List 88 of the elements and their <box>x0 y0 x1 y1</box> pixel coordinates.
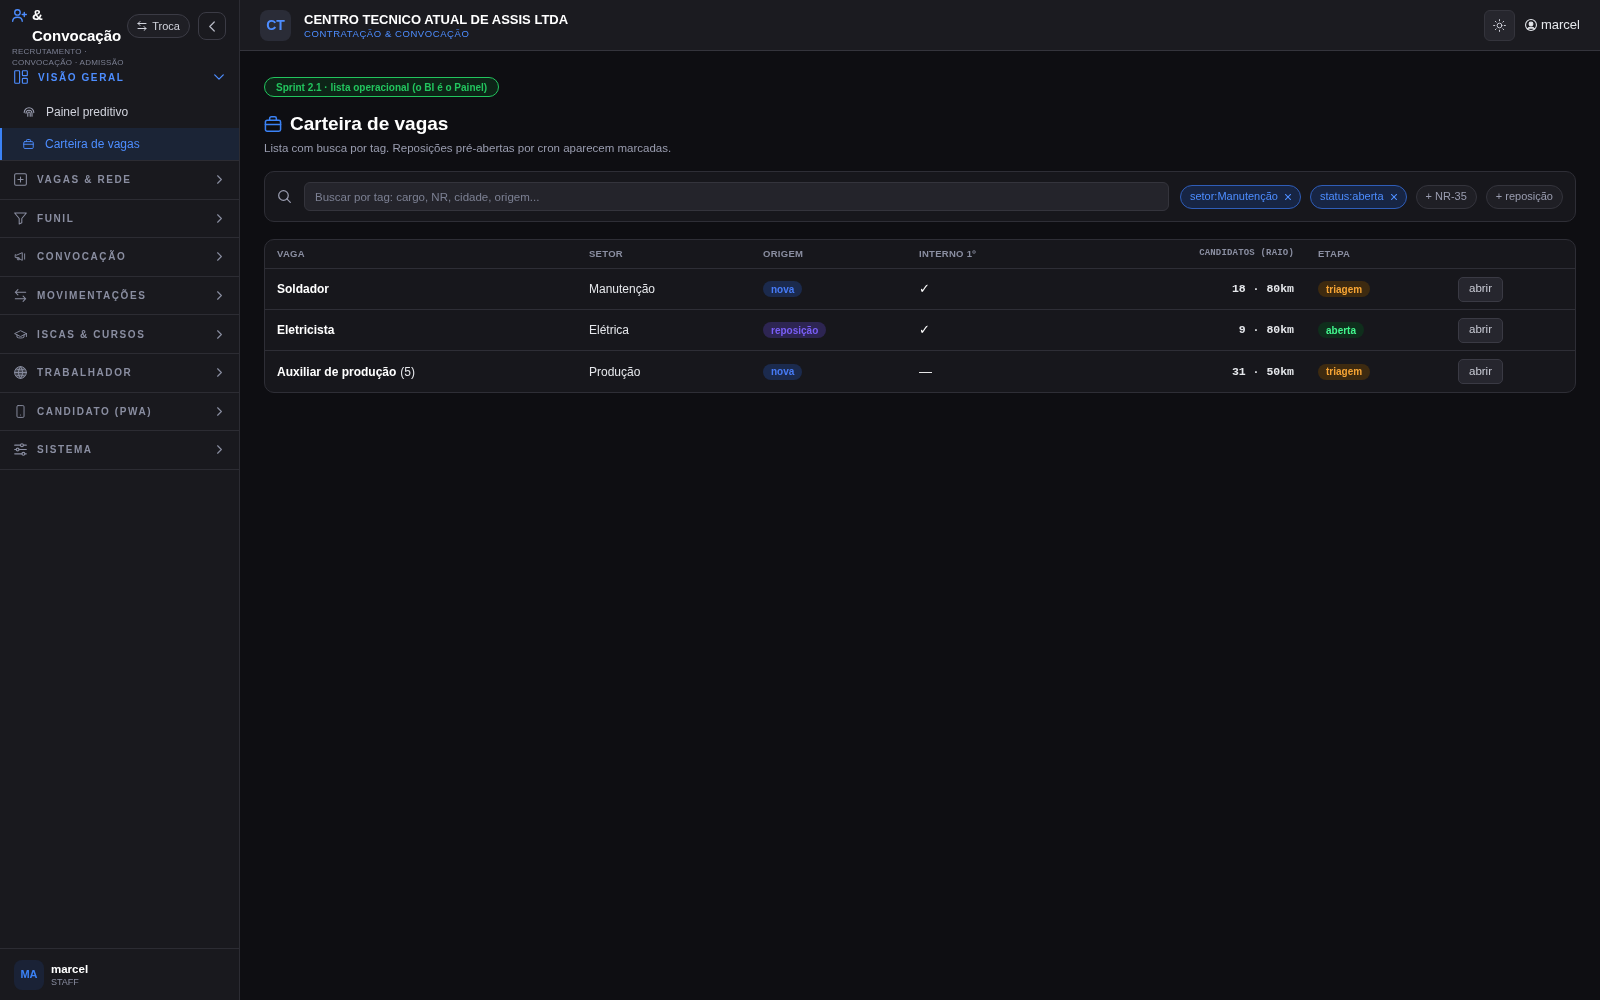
column-header: SETOR <box>588 246 623 261</box>
table-cell-text: Produção <box>589 363 641 381</box>
open-button[interactable]: abrir <box>1458 359 1503 384</box>
page-description: Lista com busca por tag. Reposições pré-abertas por cron aparecem marcadas. <box>264 141 672 155</box>
user-role: STAFF <box>51 975 80 988</box>
open-button[interactable]: abrir <box>1458 276 1503 302</box>
filter-tag[interactable]: + reposição <box>1485 184 1563 209</box>
internal-first-mark: ✓ <box>919 280 930 299</box>
layout-panels-icon <box>14 70 28 84</box>
plus-square-icon <box>14 173 27 187</box>
table-cell-text: Manutenção <box>589 281 656 298</box>
user-circle-icon <box>1525 19 1537 31</box>
sidebar-section[interactable]: CONVOCAÇÃO <box>0 238 239 276</box>
filter-tag[interactable]: + NR-35 <box>1415 184 1477 209</box>
chevron-down-icon <box>214 74 224 80</box>
sidebar-section[interactable]: VAGAS & REDE <box>0 161 239 199</box>
sun-icon <box>1493 18 1506 32</box>
chevron-right-icon <box>217 368 222 378</box>
job-title: Eletricista <box>277 322 335 339</box>
chevron-right-icon <box>217 291 222 301</box>
column-header: VAGA <box>276 246 305 261</box>
column-header: ETAPA <box>1317 246 1351 261</box>
collapse-button[interactable] <box>198 12 226 40</box>
filter-tag[interactable]: status:aberta <box>1309 184 1407 209</box>
app-title: & Convocação <box>32 5 123 46</box>
chevron-right-icon <box>217 213 222 223</box>
arrows-left-right-icon <box>14 289 27 303</box>
company-name: CENTRO TECNICO ATUAL DE ASSIS LTDA <box>304 10 569 28</box>
job-title: Auxiliar de produção <box>277 363 397 381</box>
funnel-icon <box>14 211 27 225</box>
sidebar-item[interactable]: Carteira de vagas <box>0 128 239 160</box>
theme-toggle-button[interactable] <box>1484 9 1515 41</box>
page-title: Carteira de vagas <box>290 111 449 136</box>
chevron-right-icon <box>217 252 222 262</box>
search-field[interactable]: Buscar por tag: cargo, NR, cidade, origem... <box>304 182 1169 211</box>
stage-tag: triagem <box>1318 363 1371 380</box>
company-logo: CT <box>260 9 291 41</box>
sidebar-section[interactable]: CANDIDATO (PWA) <box>0 392 239 431</box>
megaphone-icon <box>14 250 27 264</box>
filter-tag[interactable]: setor:Manutenção <box>1179 184 1301 209</box>
job-count: (5) <box>400 363 416 381</box>
mobile-phone-icon <box>14 404 27 418</box>
chevron-right-icon <box>217 406 222 416</box>
chevron-right-icon <box>217 445 222 455</box>
open-button[interactable]: abrir <box>1458 317 1503 343</box>
candidates-radius: 9 · 80km <box>1238 322 1294 339</box>
globe-icon <box>14 366 27 380</box>
job-title: Soldador <box>277 281 329 298</box>
chevron-right-icon <box>217 175 222 185</box>
user-plus-icon <box>12 9 27 22</box>
origin-tag: nova <box>763 281 803 297</box>
origin-tag: nova <box>763 363 803 380</box>
internal-first-mark: ✓ <box>919 321 930 340</box>
candidates-radius: 18 · 80km <box>1231 281 1294 298</box>
sidebar-item[interactable]: Painel preditivo <box>0 96 239 128</box>
internal-first-mark: — <box>919 362 932 381</box>
briefcase-icon <box>23 139 34 149</box>
fingerprint-icon <box>23 107 35 117</box>
sidebar-section[interactable]: TRABALHADOR <box>0 353 239 392</box>
sidebar-section[interactable]: ISCAS & CURSOS <box>0 315 239 353</box>
switch-button[interactable]: Troca <box>127 14 190 38</box>
search-icon <box>278 190 291 203</box>
graduation-cap-icon <box>14 327 27 341</box>
close-icon <box>1390 193 1397 200</box>
module-name: CONTRATAÇÃO & CONVOCAÇÃO <box>304 27 470 40</box>
sidebar-section[interactable]: VISÃO GERAL <box>0 66 239 88</box>
sprint-badge: Sprint 2.1 · lista operacional (o BI é o Painel) <box>264 77 500 97</box>
app-subtitle: RECRUTAMENTO · CONVOCAÇÃO · ADMISSÃO <box>12 46 125 68</box>
user-avatar: MA <box>14 959 44 990</box>
sidebar-section[interactable]: FUNIL <box>0 199 239 238</box>
swap-arrows-icon <box>137 21 148 31</box>
chevron-right-icon <box>217 329 222 339</box>
sidebar-section[interactable]: SISTEMA <box>0 431 239 469</box>
table-cell-text: Elétrica <box>589 322 629 339</box>
sliders-icon <box>14 443 27 457</box>
user-name: marcel <box>51 961 89 976</box>
briefcase-icon <box>264 116 282 132</box>
chevron-left-icon <box>209 20 215 32</box>
close-icon <box>1284 193 1291 200</box>
user-menu[interactable]: marcel <box>1525 15 1580 35</box>
column-header: CANDIDATOS (RAIO) <box>1199 247 1295 261</box>
candidates-radius: 31 · 50km <box>1231 363 1294 380</box>
sidebar-section[interactable]: MOVIMENTAÇÕES <box>0 276 239 315</box>
column-header: ORIGEM <box>762 246 804 261</box>
stage-tag: triagem <box>1318 281 1371 297</box>
column-header: INTERNO 1º <box>918 246 976 261</box>
stage-tag: aberta <box>1318 322 1364 338</box>
origin-tag: reposição <box>763 322 827 338</box>
